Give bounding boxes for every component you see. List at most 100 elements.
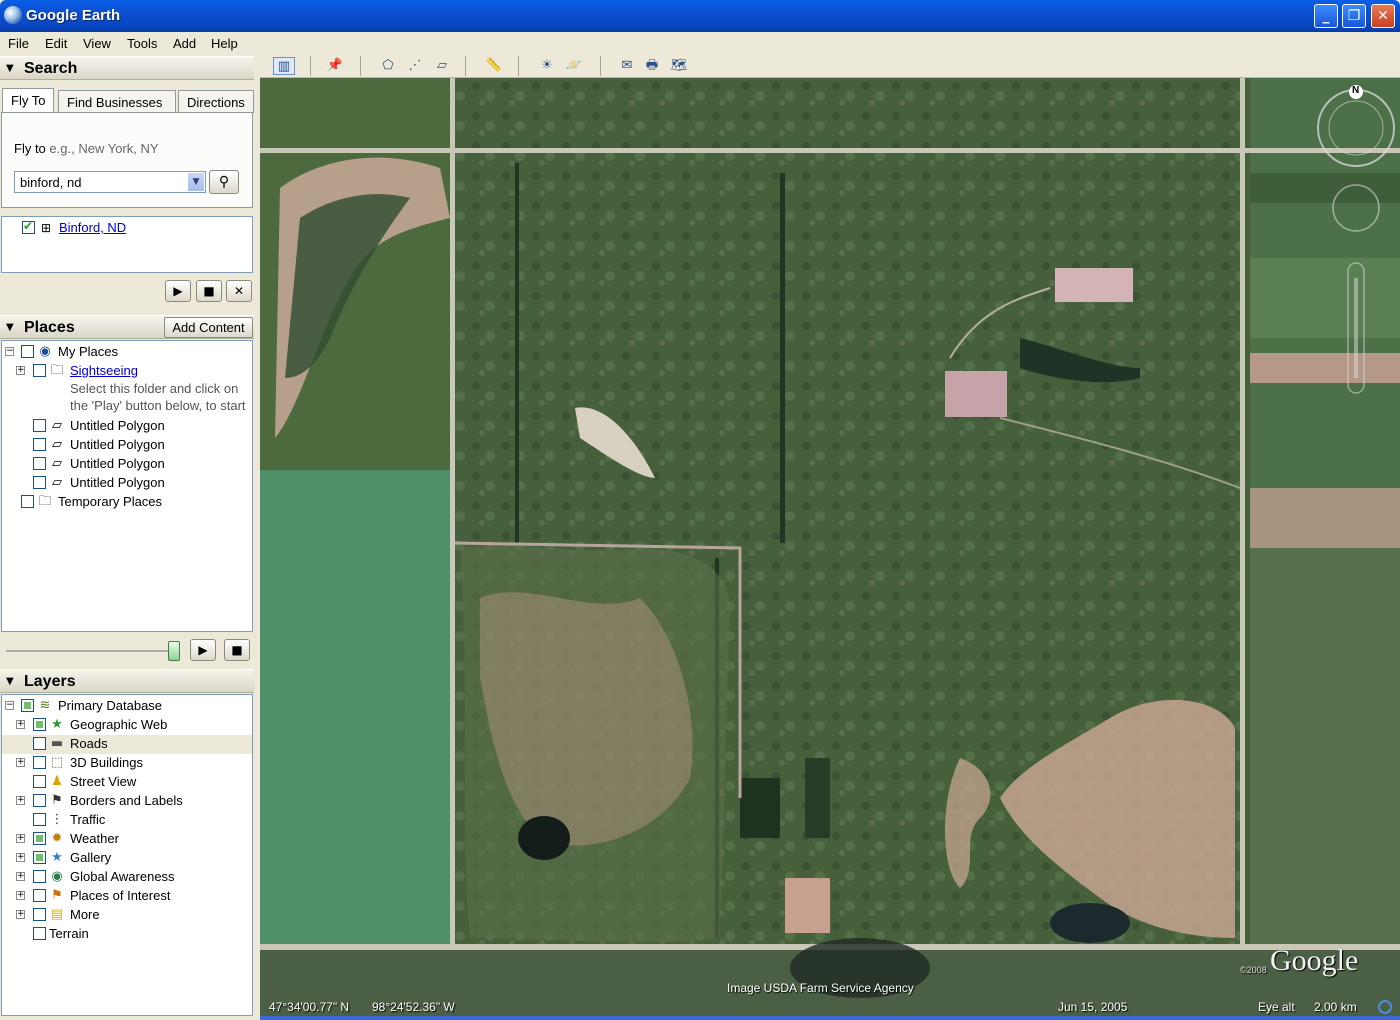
clear-button[interactable]: ✕ xyxy=(226,280,252,302)
print-icon[interactable]: 🖶 xyxy=(641,57,663,75)
stop-icon: ■ xyxy=(203,284,215,298)
tour-play-button[interactable]: ▶ xyxy=(190,639,216,661)
tree-item-polygon[interactable]: ▱ Untitled Polygon xyxy=(2,455,252,474)
menu-bar: File Edit View Tools Add Help xyxy=(0,32,1400,54)
image-overlay-icon[interactable]: ▱ xyxy=(431,57,453,75)
layer-checkbox[interactable] xyxy=(33,718,46,731)
layer-3d-buildings[interactable]: + ⬚ 3D Buildings xyxy=(2,754,252,773)
layer-checkbox[interactable] xyxy=(33,927,46,940)
tree-item-polygon[interactable]: ▱ Untitled Polygon xyxy=(2,436,252,455)
layer-traffic[interactable]: ⋮ Traffic xyxy=(2,811,252,830)
layer-checkbox[interactable] xyxy=(33,794,46,807)
path-icon[interactable]: ⋰ xyxy=(404,57,426,75)
ruler-icon[interactable]: 📏 xyxy=(483,57,505,75)
tab-directions[interactable]: Directions xyxy=(178,90,254,113)
tree-checkbox[interactable] xyxy=(33,364,46,377)
map-view[interactable]: N Image USDA Farm Service Agency 47°34'0… xyxy=(260,78,1400,1016)
menu-tools[interactable]: Tools xyxy=(127,36,157,51)
tree-item-polygon[interactable]: ▱ Untitled Polygon xyxy=(2,474,252,493)
places-panel-header[interactable]: ▼ Places Add Content xyxy=(0,315,254,339)
layer-checkbox[interactable] xyxy=(33,775,46,788)
placemark-icon[interactable]: 📌 xyxy=(324,57,346,75)
star-icon: ★ xyxy=(51,850,63,865)
expand-icon[interactable]: + xyxy=(16,796,25,805)
sunlight-icon[interactable]: ☀ xyxy=(536,57,558,75)
menu-help[interactable]: Help xyxy=(211,36,238,51)
tree-checkbox[interactable] xyxy=(21,495,34,508)
layer-checkbox[interactable] xyxy=(33,889,46,902)
tree-item-temporary-places[interactable]: 🗀 Temporary Places xyxy=(2,493,252,512)
view-in-maps-icon[interactable]: 🗺 xyxy=(668,57,690,75)
minimize-button[interactable]: _ xyxy=(1314,4,1338,28)
tree-checkbox[interactable] xyxy=(33,476,46,489)
layer-checkbox[interactable] xyxy=(21,699,34,712)
toolbar-separator xyxy=(465,56,466,76)
tab-find-businesses[interactable]: Find Businesses xyxy=(58,90,176,113)
expand-icon[interactable]: + xyxy=(16,910,25,919)
tree-item-my-places[interactable]: − ◉ My Places xyxy=(2,343,252,362)
layer-borders-labels[interactable]: + ⚑ Borders and Labels xyxy=(2,792,252,811)
expand-icon[interactable]: + xyxy=(16,891,25,900)
expand-icon[interactable]: + xyxy=(16,758,25,767)
collapse-icon[interactable]: − xyxy=(5,701,14,710)
layer-places-of-interest[interactable]: + ⚑ Places of Interest xyxy=(2,887,252,906)
tab-fly-to[interactable]: Fly To xyxy=(2,88,55,113)
search-input[interactable]: binford, nd ▼ xyxy=(14,171,206,193)
expand-icon[interactable]: + xyxy=(16,366,25,375)
close-button[interactable]: ✕ xyxy=(1371,4,1395,28)
layer-more[interactable]: + ▤ More xyxy=(2,906,252,925)
layer-checkbox[interactable] xyxy=(33,737,46,750)
layer-weather[interactable]: + ✹ Weather xyxy=(2,830,252,849)
layer-checkbox[interactable] xyxy=(33,851,46,864)
layer-street-view[interactable]: ♟ Street View xyxy=(2,773,252,792)
tour-slider-track[interactable] xyxy=(6,650,178,652)
menu-view[interactable]: View xyxy=(83,36,111,51)
result-checkbox[interactable] xyxy=(22,219,35,234)
layers-panel-header[interactable]: ▼ Layers xyxy=(0,669,254,693)
tour-stop-button[interactable]: ■ xyxy=(224,639,250,661)
tree-checkbox[interactable] xyxy=(21,345,34,358)
layer-checkbox[interactable] xyxy=(33,756,46,769)
layer-terrain[interactable]: Terrain xyxy=(2,925,252,944)
tree-checkbox[interactable] xyxy=(33,438,46,451)
toolbar: ▥ 📌 ⬠ ⋰ ▱ 📏 ☀ 🪐 ✉ 🖶 🗺 xyxy=(260,54,1400,78)
sidebar-toggle-icon[interactable]: ▥ xyxy=(273,57,295,75)
title-bar: Google Earth _ ❐ ✕ xyxy=(0,0,1400,32)
tree-label[interactable]: Sightseeing xyxy=(70,363,138,378)
layer-checkbox[interactable] xyxy=(33,870,46,883)
maximize-button[interactable]: ❐ xyxy=(1342,4,1366,28)
tour-slider-handle[interactable] xyxy=(168,641,180,661)
layer-roads[interactable]: ▬ Roads xyxy=(2,735,252,754)
polygon-icon[interactable]: ⬠ xyxy=(377,57,399,75)
tree-item-polygon[interactable]: ▱ Untitled Polygon xyxy=(2,417,252,436)
layer-checkbox[interactable] xyxy=(33,813,46,826)
tree-item-sightseeing[interactable]: + 🗀 Sightseeing xyxy=(2,362,252,381)
layer-checkbox[interactable] xyxy=(33,908,46,921)
layer-global-awareness[interactable]: + ◉ Global Awareness xyxy=(2,868,252,887)
layer-primary-database[interactable]: − ≋ Primary Database xyxy=(2,697,252,716)
planets-icon[interactable]: 🪐 xyxy=(563,57,585,75)
stop-button[interactable]: ■ xyxy=(196,280,222,302)
expand-icon[interactable]: + xyxy=(16,853,25,862)
search-button[interactable]: ⚲ xyxy=(209,170,239,194)
email-icon[interactable]: ✉ xyxy=(616,57,638,75)
imagery-attribution: Image USDA Farm Service Agency xyxy=(727,981,914,995)
dropdown-arrow-icon[interactable]: ▼ xyxy=(188,173,204,191)
menu-add[interactable]: Add xyxy=(173,36,196,51)
tree-checkbox[interactable] xyxy=(33,419,46,432)
layer-checkbox[interactable] xyxy=(33,832,46,845)
result-link[interactable]: Binford, ND xyxy=(59,220,126,235)
layer-geographic-web[interactable]: + ★ Geographic Web xyxy=(2,716,252,735)
tree-checkbox[interactable] xyxy=(33,457,46,470)
expand-icon[interactable]: + xyxy=(16,720,25,729)
expand-icon[interactable]: + xyxy=(16,872,25,881)
collapse-icon[interactable]: − xyxy=(5,347,14,356)
play-button[interactable]: ▶ xyxy=(165,280,191,302)
menu-edit[interactable]: Edit xyxy=(45,36,67,51)
add-content-button[interactable]: Add Content xyxy=(164,317,253,338)
search-panel-header[interactable]: ▼ Search xyxy=(0,56,254,80)
layer-gallery[interactable]: + ★ Gallery xyxy=(2,849,252,868)
menu-file[interactable]: File xyxy=(8,36,29,51)
sightseeing-hint-2: the 'Play' button below, to start xyxy=(70,398,246,413)
expand-icon[interactable]: + xyxy=(16,834,25,843)
